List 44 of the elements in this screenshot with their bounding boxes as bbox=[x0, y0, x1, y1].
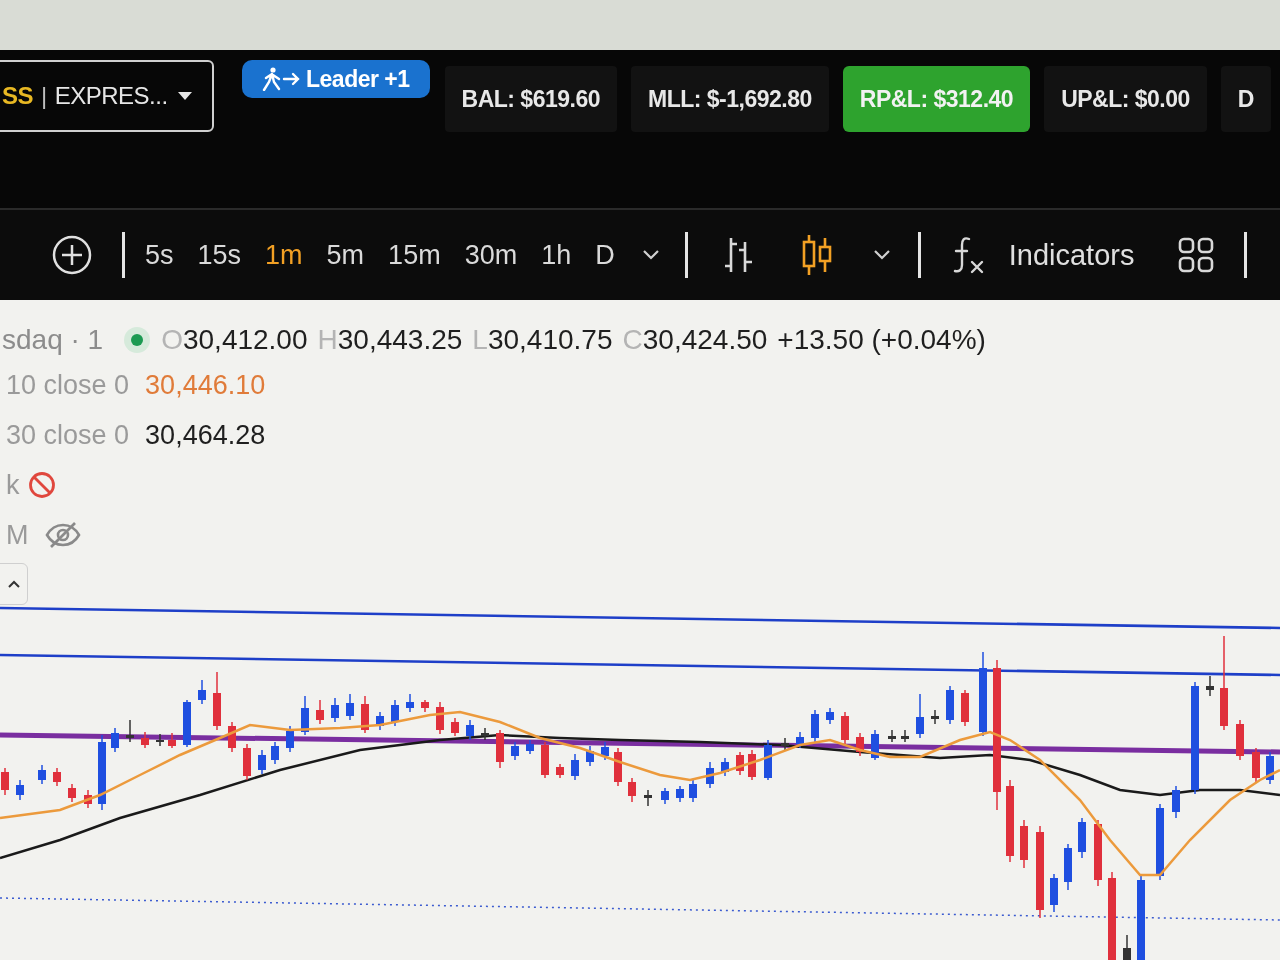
caret-down-icon bbox=[178, 92, 192, 100]
stat-box: RP&L: $312.40 bbox=[842, 66, 1031, 132]
stat-box: UP&L: $0.00 bbox=[1044, 66, 1207, 132]
interval-tab[interactable]: 15m bbox=[388, 241, 441, 269]
interval-tab[interactable]: 15s bbox=[197, 241, 242, 269]
ohlc-label: L bbox=[472, 323, 488, 357]
interval-tab[interactable]: 5s bbox=[145, 241, 174, 269]
interval-tab[interactable]: 30m bbox=[464, 241, 518, 269]
study-label: k bbox=[5, 468, 20, 502]
chevron-down-icon[interactable] bbox=[642, 250, 659, 260]
stat-box: MLL: $-1,692.80 bbox=[631, 66, 829, 132]
ohlc-value: 30,424.50 bbox=[642, 323, 768, 357]
chevron-up-icon bbox=[8, 580, 20, 588]
chevron-down-icon[interactable] bbox=[873, 250, 890, 260]
ohlc-label: H bbox=[317, 323, 338, 357]
indicators-button[interactable]: Indicators bbox=[1008, 240, 1135, 270]
price-change: +13.50 (+0.04%) bbox=[777, 323, 986, 357]
symbol-label: sdaq · 1 bbox=[1, 323, 104, 357]
ohlc-value: 30,412.00 bbox=[182, 323, 308, 357]
interval-tab[interactable]: 5m bbox=[326, 241, 365, 269]
walking-person-arrow-icon bbox=[262, 67, 300, 91]
interval-tab[interactable]: D bbox=[595, 241, 615, 269]
study-value: 30,464.28 bbox=[145, 418, 266, 452]
ohlc-value: 30,443.25 bbox=[337, 323, 463, 357]
study-label: 10 close 0 bbox=[5, 368, 130, 402]
interval-tab[interactable]: 1h bbox=[541, 241, 572, 269]
grid-icon[interactable] bbox=[1178, 237, 1215, 273]
ohlc-label: C bbox=[622, 323, 643, 357]
ohlc-label: O bbox=[161, 323, 183, 357]
interval-tab[interactable]: 1m bbox=[265, 241, 303, 269]
prohibited-icon bbox=[27, 471, 56, 499]
study-label: M bbox=[5, 518, 29, 552]
stat-box: D bbox=[1220, 66, 1271, 132]
stat-box: BAL: $619.60 bbox=[444, 66, 617, 132]
function-icon[interactable] bbox=[952, 236, 985, 274]
eye-crossed-icon[interactable] bbox=[44, 521, 81, 549]
add-icon[interactable] bbox=[52, 235, 92, 275]
study-value: 30,446.10 bbox=[145, 368, 266, 402]
collapse-button[interactable] bbox=[0, 563, 28, 605]
leader-button[interactable]: Leader +1 bbox=[242, 60, 430, 98]
account-dropdown[interactable]: SS | EXPRES... bbox=[0, 60, 214, 132]
ohlc-value: 30,410.75 bbox=[487, 323, 613, 357]
study-label: 30 close 0 bbox=[5, 418, 130, 452]
status-dot-icon bbox=[123, 326, 152, 354]
